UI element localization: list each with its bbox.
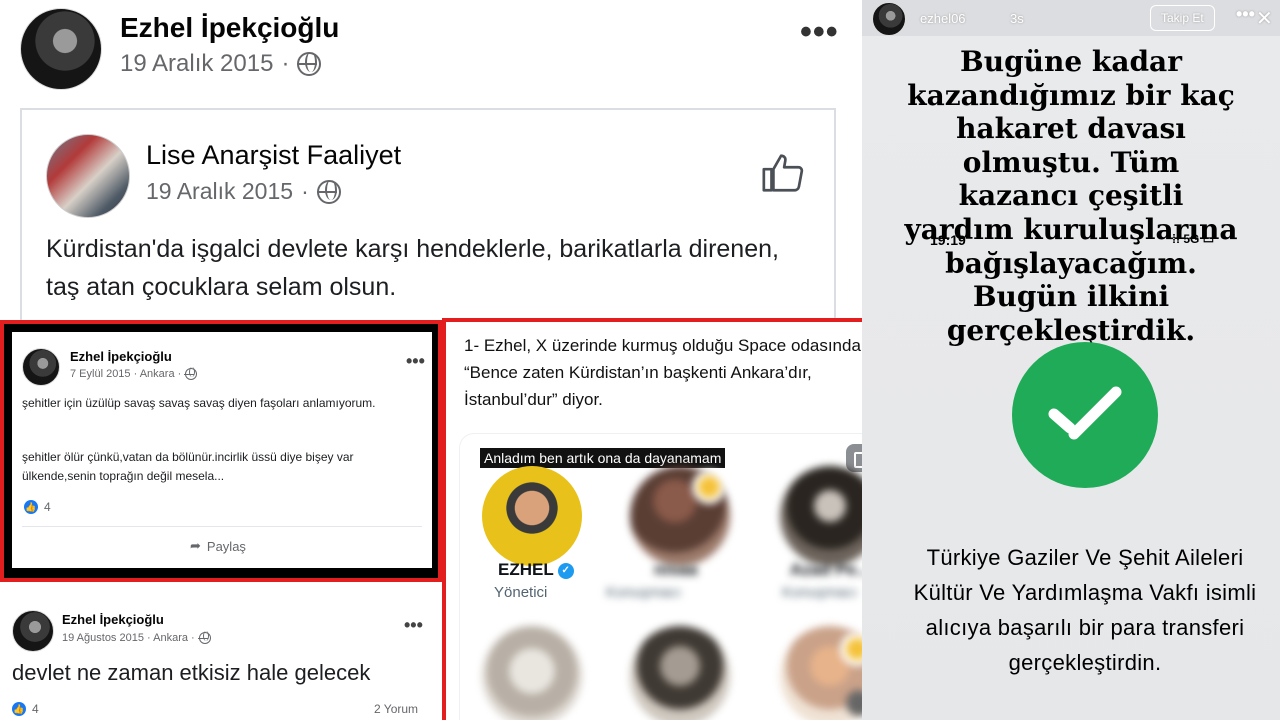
- more-options-icon[interactable]: •••: [1236, 5, 1255, 23]
- post-meta: 19 Ağustos 2015 · Ankara ·: [62, 631, 211, 644]
- globe-icon: [316, 179, 341, 204]
- meta-separator: ·: [281, 50, 290, 77]
- story-username[interactable]: ezhel06: [920, 11, 966, 26]
- host-role: Yönetici: [494, 584, 548, 601]
- more-options-icon[interactable]: •••: [406, 352, 425, 370]
- comment-count[interactable]: 2 Yorum: [374, 702, 418, 716]
- more-options-icon[interactable]: •••: [800, 15, 839, 49]
- globe-icon: [184, 367, 198, 380]
- like-reaction-icon: 👍: [24, 500, 38, 514]
- post-meta: 19 Aralık 2015 ·: [120, 50, 322, 78]
- post-text-line-1: şehitler için üzülüp savaş savaş savaş d…: [22, 396, 376, 410]
- transfer-confirmation-text: Türkiye Gaziler Ve Şehit Aileleri Kültür…: [913, 545, 1257, 675]
- facebook-post-card: Ezhel İpekçioğlu 7 Eylül 2015 · Ankara ·…: [12, 332, 432, 568]
- thumbs-up-icon[interactable]: [760, 150, 806, 196]
- post-date[interactable]: 19 Ağustos 2015 · Ankara ·: [62, 632, 195, 644]
- meta-separator: ·: [301, 178, 309, 204]
- status-bar-clock: 19:19: [930, 232, 966, 248]
- reaction-count: 4: [32, 702, 39, 716]
- speaker-name[interactable]: Azad Pe...: [790, 560, 870, 580]
- author-avatar[interactable]: [12, 610, 54, 652]
- success-check-icon: [1012, 342, 1158, 488]
- globe-icon: [297, 52, 322, 76]
- post-date[interactable]: 19 Aralık 2015: [120, 50, 273, 78]
- host-name[interactable]: EZHEL ✓: [498, 560, 574, 580]
- network-type: 5G: [1183, 232, 1200, 246]
- more-options-icon[interactable]: •••: [404, 616, 423, 634]
- signal-icon: ⁞⁞: [1172, 232, 1180, 246]
- reaction-count: 4: [44, 500, 51, 514]
- group-name[interactable]: Lise Anarşist Faaliyet: [146, 140, 401, 171]
- shared-post-text: Kürdistan'da işgalci devlete karşı hende…: [46, 235, 779, 301]
- facebook-post-card: Ezhel İpekçioğlu 19 Ağustos 2015 · Ankar…: [0, 594, 440, 720]
- group-avatar[interactable]: [46, 134, 130, 218]
- reaction-summary[interactable]: 👍 4: [12, 702, 39, 716]
- facebook-screenshot-frame: Ezhel İpekçioğlu 7 Eylül 2015 · Ankara ·…: [0, 320, 442, 582]
- speaker-role: Konuşmacı: [606, 584, 682, 601]
- author-name[interactable]: Ezhel İpekçioğlu: [62, 612, 164, 627]
- follow-button[interactable]: Takip Et: [1150, 5, 1215, 31]
- battery-icon: ▭: [1202, 232, 1215, 246]
- author-name[interactable]: Ezhel İpekçioğlu: [70, 349, 172, 364]
- emoji-reaction-icon: [692, 470, 726, 504]
- like-reaction-icon: 👍: [12, 702, 26, 716]
- share-label: Paylaş: [206, 538, 246, 554]
- status-bar-network: ⁞⁞ 5G ▭: [1172, 232, 1214, 246]
- facebook-post: Ezhel İpekçioğlu 19 Aralık 2015 · ••• Li…: [0, 0, 862, 320]
- speaker-name[interactable]: nisaa: [654, 560, 697, 580]
- author-avatar[interactable]: [20, 8, 102, 90]
- shared-post-card[interactable]: Lise Anarşist Faaliyet 19 Aralık 2015 · …: [20, 108, 836, 320]
- verified-badge-icon: ✓: [557, 562, 574, 579]
- post-meta: 7 Eylül 2015 · Ankara ·: [70, 367, 198, 380]
- listener-avatar[interactable]: [630, 626, 730, 720]
- composite-screenshot: Ezhel İpekçioğlu 19 Aralık 2015 · ••• Li…: [0, 0, 1280, 720]
- close-icon[interactable]: ✕: [1256, 6, 1273, 31]
- instagram-story: ezhel06 3s Takip Et ••• ✕ Bugüne kadar k…: [862, 0, 1280, 720]
- author-name[interactable]: Ezhel İpekçioğlu: [120, 12, 339, 44]
- shared-post-date[interactable]: 19 Aralık 2015: [146, 178, 293, 205]
- post-text: devlet ne zaman etkisiz hale gelecek: [12, 660, 371, 685]
- author-avatar[interactable]: [22, 348, 60, 386]
- shared-post-meta: 19 Aralık 2015 ·: [146, 178, 341, 205]
- story-time: 3s: [1010, 11, 1024, 26]
- listener-avatar[interactable]: [482, 626, 582, 720]
- space-title-banner: Anladım ben artık ona da dayanamam: [480, 448, 726, 468]
- share-arrow-icon: ➦: [190, 538, 201, 553]
- host-avatar[interactable]: [482, 466, 582, 566]
- post-text-line-2: şehitler ölür çünkü,vatan da bölünür.inc…: [22, 450, 354, 483]
- check-mark-icon: [1048, 386, 1122, 440]
- share-button[interactable]: ➦ Paylaş: [190, 538, 246, 554]
- globe-icon: [197, 631, 211, 644]
- reaction-summary[interactable]: 👍 4: [24, 500, 51, 514]
- story-avatar[interactable]: [872, 2, 906, 36]
- post-date[interactable]: 7 Eylül 2015 · Ankara ·: [70, 368, 181, 380]
- divider: [22, 526, 422, 527]
- speaker-role: Konuşmacı: [782, 584, 858, 601]
- space-caption: 1- Ezhel, X üzerinde kurmuş olduğu Space…: [464, 336, 861, 409]
- story-headline: Bugüne kadar kazandığımız bir kaç hakare…: [904, 45, 1238, 347]
